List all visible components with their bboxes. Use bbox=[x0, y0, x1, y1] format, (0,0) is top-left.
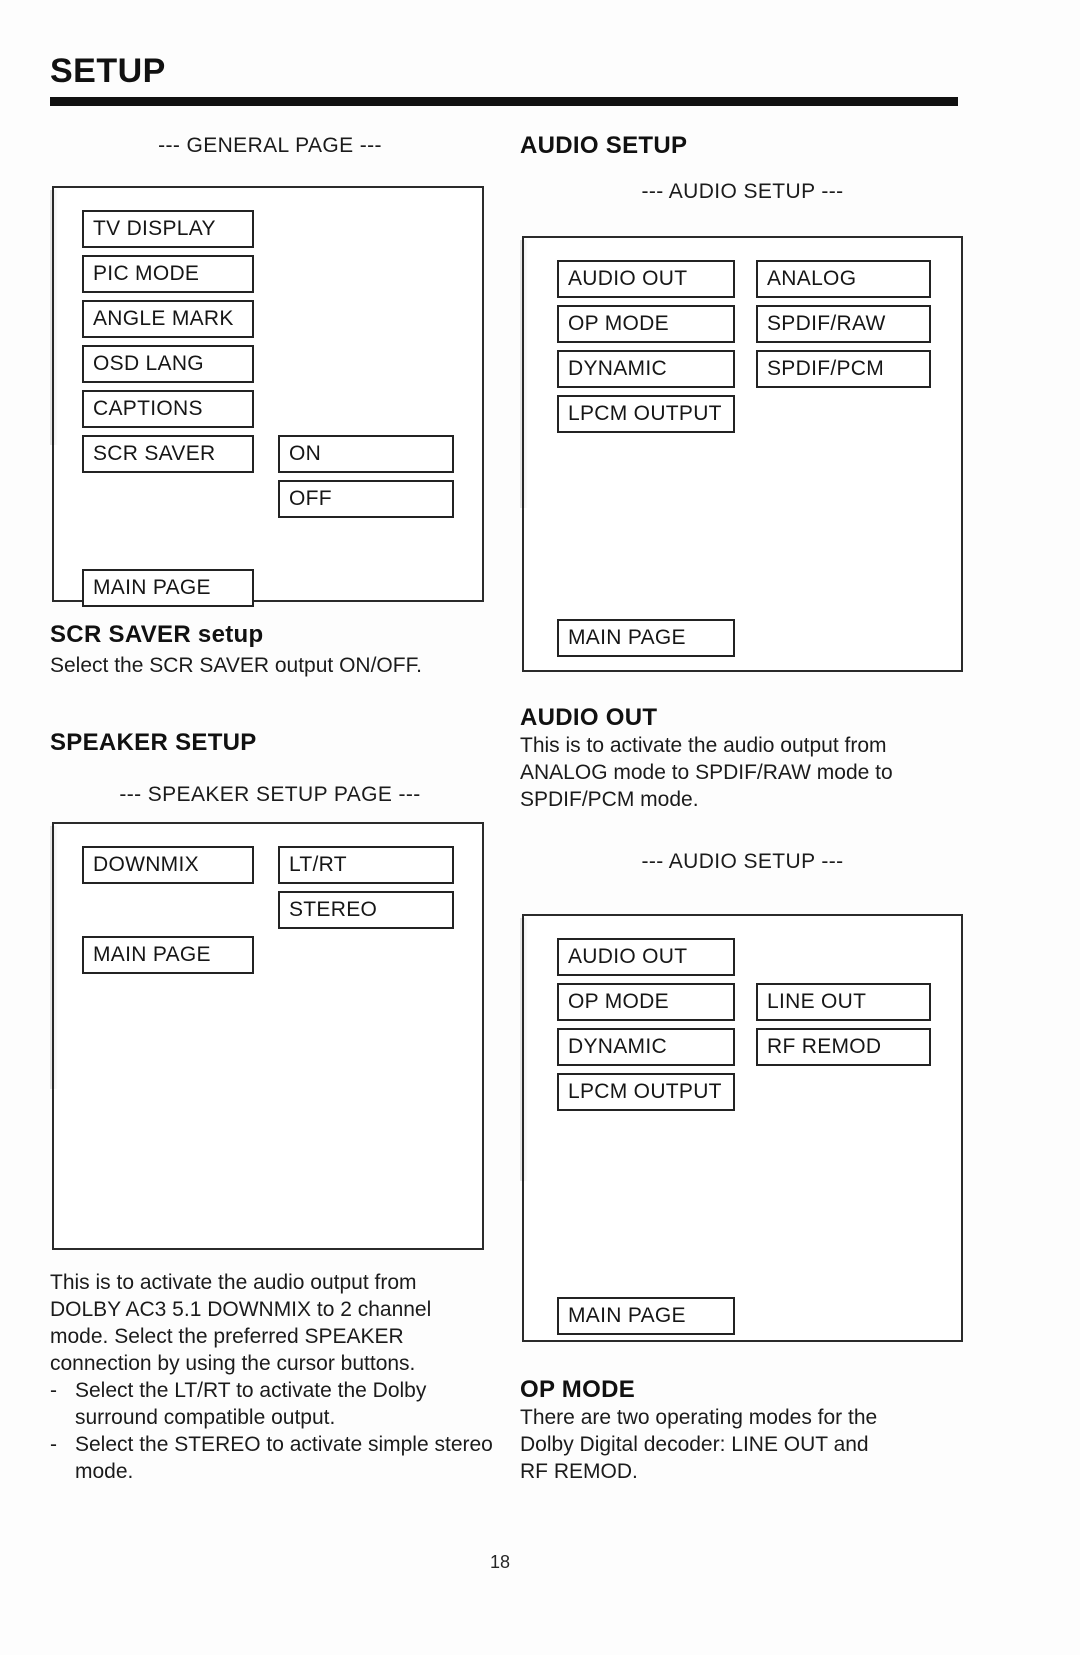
title-rule bbox=[50, 97, 958, 106]
menu-item-speaker-main-page[interactable]: MAIN PAGE bbox=[82, 936, 254, 974]
scr-saver-block: SCR SAVER setup Select the SCR SAVER out… bbox=[50, 621, 490, 679]
bullet-dash-1: - bbox=[50, 1379, 57, 1402]
submenu-item-on[interactable]: ON bbox=[278, 435, 454, 473]
scr-saver-description: Select the SCR SAVER output ON/OFF. bbox=[50, 654, 422, 677]
menu-item-osd-lang[interactable]: OSD LANG bbox=[82, 345, 254, 383]
speaker-bullet-2: - Select the STEREO to activate simple s… bbox=[50, 1431, 495, 1485]
general-page-osd-screen: TV DISPLAY PIC MODE ANGLE MARK OSD LANG … bbox=[50, 186, 484, 607]
audio-menu-item-op-mode[interactable]: OP MODE bbox=[557, 305, 735, 343]
speaker-bullet-1: - Select the LT/RT to activate the Dolby… bbox=[50, 1377, 495, 1431]
submenu-item-lt-rt[interactable]: LT/RT bbox=[278, 846, 454, 884]
speaker-desc-line-3: mode. Select the preferred SPEAKER bbox=[50, 1325, 404, 1348]
speaker-desc-line-4: connection by using the cursor buttons. bbox=[50, 1352, 416, 1375]
audio-submenu-item-spdif-raw[interactable]: SPDIF/RAW bbox=[756, 305, 931, 343]
speaker-desc-line-2: DOLBY AC3 5.1 DOWNMIX to 2 channel bbox=[50, 1298, 432, 1321]
audio-setup-osd-screen-2: AUDIO OUT OP MODE DYNAMIC LPCM OUTPUT LI… bbox=[520, 914, 963, 1342]
general-page-caption: --- GENERAL PAGE --- bbox=[158, 134, 382, 157]
speaker-setup-caption: --- SPEAKER SETUP PAGE --- bbox=[119, 783, 421, 806]
op-mode-line-2: Dolby Digital decoder: LINE OUT and bbox=[520, 1433, 869, 1456]
menu-item-scr-saver[interactable]: SCR SAVER bbox=[82, 435, 254, 473]
speaker-desc-line-1: This is to activate the audio output fro… bbox=[50, 1271, 417, 1294]
page-number: 18 bbox=[489, 1552, 511, 1572]
page-title: SETUP bbox=[50, 52, 166, 90]
menu-item-angle-mark[interactable]: ANGLE MARK bbox=[82, 300, 254, 338]
scr-saver-heading-strong: SCR SAVER bbox=[50, 621, 191, 648]
speaker-setup-osd-screen: DOWNMIX LT/RT STEREO MAIN PAGE bbox=[50, 822, 484, 1250]
menu-item-downmix[interactable]: DOWNMIX bbox=[82, 846, 254, 884]
menu-item-main-page[interactable]: MAIN PAGE bbox=[82, 569, 254, 607]
audio-setup-heading: AUDIO SETUP bbox=[520, 132, 688, 159]
audio2-menu-item-dynamic[interactable]: DYNAMIC bbox=[557, 1028, 735, 1066]
bullet-dash-2: - bbox=[50, 1433, 57, 1456]
audio2-submenu-item-line-out[interactable]: LINE OUT bbox=[756, 983, 931, 1021]
audio-setup-caption-2: --- AUDIO SETUP --- bbox=[641, 850, 844, 873]
audio-setup-caption-1: --- AUDIO SETUP --- bbox=[641, 180, 844, 203]
audio-menu-item-main-page[interactable]: MAIN PAGE bbox=[557, 619, 735, 657]
audio2-menu-item-op-mode[interactable]: OP MODE bbox=[557, 983, 735, 1021]
submenu-item-stereo[interactable]: STEREO bbox=[278, 891, 454, 929]
audio-out-block: AUDIO OUT This is to activate the audio … bbox=[520, 704, 965, 813]
speaker-setup-heading: SPEAKER SETUP bbox=[50, 729, 257, 756]
audio-submenu-item-spdif-pcm[interactable]: SPDIF/PCM bbox=[756, 350, 931, 388]
audio2-menu-item-audio-out[interactable]: AUDIO OUT bbox=[557, 938, 735, 976]
audio-out-line-3: SPDIF/PCM mode. bbox=[520, 788, 699, 811]
audio-out-heading: AUDIO OUT bbox=[520, 704, 658, 731]
scr-saver-heading-rest: setup bbox=[190, 621, 264, 648]
scr-saver-heading: SCR SAVER setup bbox=[50, 621, 490, 649]
op-mode-block: OP MODE There are two operating modes fo… bbox=[520, 1376, 965, 1485]
bullet-text-2: Select the STEREO to activate simple ste… bbox=[75, 1433, 493, 1483]
audio2-submenu-item-rf-remod[interactable]: RF REMOD bbox=[756, 1028, 931, 1066]
op-mode-line-3: RF REMOD. bbox=[520, 1460, 638, 1483]
speaker-setup-description: This is to activate the audio output fro… bbox=[50, 1269, 495, 1485]
menu-item-captions[interactable]: CAPTIONS bbox=[82, 390, 254, 428]
audio-out-line-1: This is to activate the audio output fro… bbox=[520, 734, 887, 757]
submenu-item-off[interactable]: OFF bbox=[278, 480, 454, 518]
menu-item-pic-mode[interactable]: PIC MODE bbox=[82, 255, 254, 293]
audio-setup-osd-screen-1: AUDIO OUT OP MODE DYNAMIC LPCM OUTPUT AN… bbox=[520, 236, 963, 672]
audio2-menu-item-main-page[interactable]: MAIN PAGE bbox=[557, 1297, 735, 1335]
menu-item-tv-display[interactable]: TV DISPLAY bbox=[82, 210, 254, 248]
op-mode-heading: OP MODE bbox=[520, 1376, 636, 1403]
audio-out-line-2: ANALOG mode to SPDIF/RAW mode to bbox=[520, 761, 893, 784]
bullet-text-1: Select the LT/RT to activate the Dolby s… bbox=[75, 1379, 427, 1429]
audio2-menu-item-lpcm-output[interactable]: LPCM OUTPUT bbox=[557, 1073, 735, 1111]
audio-menu-item-lpcm-output[interactable]: LPCM OUTPUT bbox=[557, 395, 735, 433]
audio-menu-item-audio-out[interactable]: AUDIO OUT bbox=[557, 260, 735, 298]
manual-page: SETUP --- GENERAL PAGE --- TV DISPLAY PI… bbox=[0, 0, 1080, 1655]
audio-menu-item-dynamic[interactable]: DYNAMIC bbox=[557, 350, 735, 388]
audio-submenu-item-analog[interactable]: ANALOG bbox=[756, 260, 931, 298]
op-mode-line-1: There are two operating modes for the bbox=[520, 1406, 878, 1429]
